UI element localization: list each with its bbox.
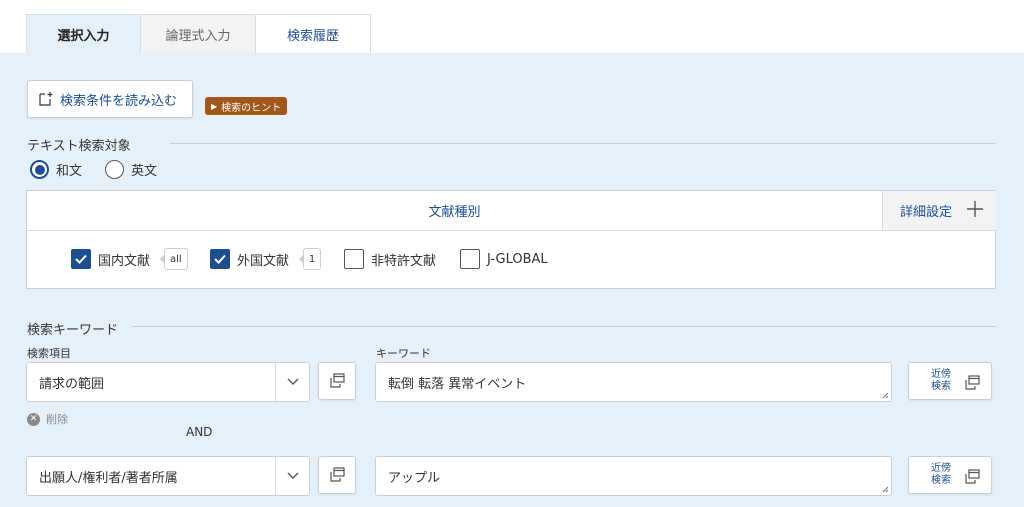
detail-settings-button[interactable]: 詳細設定 bbox=[882, 191, 996, 231]
checkbox-box bbox=[210, 249, 230, 269]
section-divider bbox=[170, 143, 996, 144]
radio-label: 和文 bbox=[56, 164, 83, 179]
proximity-label-line1: 近傍 bbox=[931, 369, 951, 380]
plus-icon bbox=[967, 201, 983, 217]
keyword-input-value: 転倒 転落 異常イベント bbox=[388, 376, 527, 392]
keyword-input-2[interactable]: アップル bbox=[375, 456, 892, 496]
field-window-button-2[interactable] bbox=[318, 456, 356, 494]
add-document-icon bbox=[39, 92, 53, 106]
checkbox-jglobal[interactable]: J-GLOBAL bbox=[460, 249, 548, 269]
radio-circle bbox=[105, 160, 124, 179]
search-hint-button[interactable]: ▶ 検索のヒント bbox=[205, 97, 288, 115]
checkbox-label: 外国文献 bbox=[237, 253, 290, 269]
field-select-value: 請求の範囲 bbox=[39, 376, 105, 392]
checkbox-label: J-GLOBAL bbox=[487, 251, 548, 267]
tab-search-history[interactable]: 検索履歴 bbox=[256, 14, 371, 54]
field-select-1[interactable]: 請求の範囲 bbox=[26, 362, 310, 402]
search-hint-label: 検索のヒント bbox=[221, 102, 282, 114]
field-column-label: 検索項目 bbox=[27, 347, 71, 360]
field-window-button-1[interactable] bbox=[318, 362, 356, 400]
keyword-heading: 検索キーワード bbox=[27, 323, 119, 338]
checkbox-non-patent[interactable]: 非特許文献 bbox=[344, 249, 436, 269]
keyword-input-value: アップル bbox=[388, 470, 441, 486]
resize-grip-icon bbox=[882, 392, 889, 399]
count-badge: all bbox=[160, 248, 188, 270]
doc-type-heading: 文献種別 bbox=[27, 191, 882, 231]
checkbox-label: 国内文献 bbox=[98, 253, 151, 269]
count-badge: 1 bbox=[299, 248, 321, 270]
tab-select-input[interactable]: 選択入力 bbox=[26, 14, 141, 54]
checkbox-domestic[interactable]: 国内文献 bbox=[71, 249, 150, 269]
close-icon: ✕ bbox=[27, 412, 40, 426]
radio-label: 英文 bbox=[131, 164, 158, 179]
field-select-value: 出願人/権利者/著者所属 bbox=[39, 470, 178, 486]
field-select-2[interactable]: 出願人/権利者/著者所属 bbox=[26, 456, 310, 496]
doc-type-box: 文献種別 詳細設定 bbox=[26, 190, 996, 289]
proximity-search-label: 近傍 検索 bbox=[929, 369, 953, 393]
load-conditions-label: 検索条件を読み込む bbox=[60, 93, 178, 109]
proximity-search-label: 近傍 検索 bbox=[929, 463, 953, 487]
window-icon bbox=[965, 469, 980, 484]
section-divider bbox=[132, 326, 996, 327]
search-mode-tabs: 選択入力 論理式入力 検索履歴 bbox=[26, 14, 371, 54]
check-icon bbox=[214, 254, 226, 264]
detail-settings-label: 詳細設定 bbox=[900, 205, 953, 220]
checkbox-box bbox=[71, 249, 91, 269]
proximity-label-line2: 検索 bbox=[931, 475, 951, 486]
check-icon bbox=[75, 254, 87, 264]
proximity-label-line2: 検索 bbox=[931, 381, 951, 392]
keyword-column-label: キーワード bbox=[376, 347, 431, 360]
radio-english[interactable]: 英文 bbox=[105, 160, 157, 179]
window-icon bbox=[965, 375, 980, 390]
window-icon bbox=[330, 467, 345, 482]
play-icon: ▶ bbox=[211, 101, 218, 111]
chevron-down-icon bbox=[275, 457, 309, 495]
tab-logical-input[interactable]: 論理式入力 bbox=[141, 14, 256, 54]
checkbox-box bbox=[460, 249, 480, 269]
keyword-input-1[interactable]: 転倒 転落 異常イベント bbox=[375, 362, 892, 402]
delete-row-button[interactable]: ✕ 削除 bbox=[27, 411, 68, 427]
chevron-down-icon bbox=[275, 363, 309, 401]
checkbox-box bbox=[344, 249, 364, 269]
and-operator: AND bbox=[186, 425, 213, 439]
resize-grip-icon bbox=[882, 486, 889, 493]
checkbox-label: 非特許文献 bbox=[371, 253, 437, 269]
radio-japanese[interactable]: 和文 bbox=[30, 160, 82, 179]
proximity-label-line1: 近傍 bbox=[931, 463, 951, 474]
window-icon bbox=[330, 373, 345, 388]
delete-label: 削除 bbox=[46, 413, 68, 426]
proximity-search-button-2[interactable]: 近傍 検索 bbox=[908, 456, 992, 494]
radio-circle bbox=[30, 160, 49, 179]
load-conditions-button[interactable]: 検索条件を読み込む bbox=[27, 80, 193, 118]
checkbox-foreign[interactable]: 外国文献 bbox=[210, 249, 289, 269]
text-target-heading: テキスト検索対象 bbox=[27, 139, 131, 154]
proximity-search-button-1[interactable]: 近傍 検索 bbox=[908, 362, 992, 400]
